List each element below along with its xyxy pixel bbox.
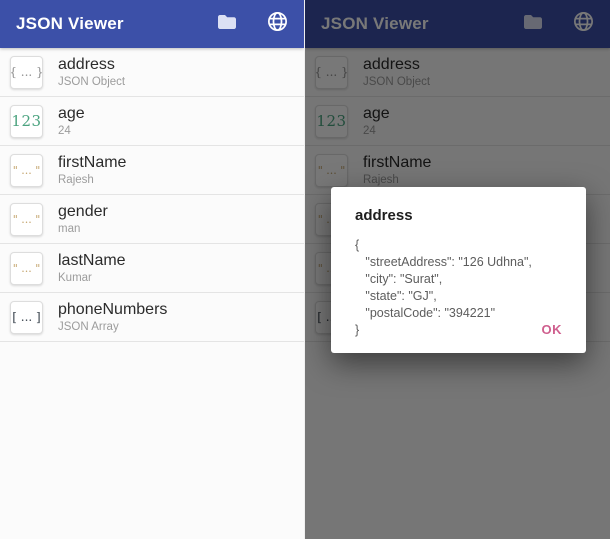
list-item-age[interactable]: 123 age 24	[0, 97, 304, 146]
ok-button[interactable]: OK	[538, 318, 567, 341]
right-screen: JSON Viewer	[305, 0, 610, 539]
json-number-icon: 123	[10, 104, 43, 138]
item-type: JSON Object	[58, 76, 126, 88]
app-title: JSON Viewer	[16, 14, 124, 33]
list-item-lastname[interactable]: " ... " lastName Kumar	[0, 244, 304, 293]
app-bar-actions	[214, 11, 290, 37]
json-key-list: { ... } address JSON Object 123 age 24 " .…	[0, 48, 304, 342]
app-bar: JSON Viewer	[0, 0, 304, 48]
item-key: lastName	[58, 252, 126, 269]
open-file-button[interactable]	[214, 11, 240, 37]
item-key: gender	[58, 203, 108, 220]
item-value: Rajesh	[58, 174, 94, 186]
list-item-gender[interactable]: " ... " gender man	[0, 195, 304, 244]
list-item-address[interactable]: { ... } address JSON Object	[0, 48, 304, 97]
item-key: address	[58, 56, 115, 73]
json-string-icon: " ... "	[10, 202, 43, 236]
folder-icon	[215, 10, 239, 39]
item-value: Kumar	[58, 272, 92, 284]
list-item-phonenumbers[interactable]: [ ... ] phoneNumbers JSON Array	[0, 293, 304, 342]
json-string-icon: " ... "	[10, 251, 43, 285]
load-url-button[interactable]	[264, 11, 290, 37]
item-key: phoneNumbers	[58, 301, 168, 318]
item-value: 24	[58, 125, 71, 137]
json-string-icon: " ... "	[10, 153, 43, 187]
list-item-firstname[interactable]: " ... " firstName Rajesh	[0, 146, 304, 195]
item-value: man	[58, 223, 81, 235]
address-value-dialog: address { "streetAddress": "126 Udhna", …	[331, 187, 586, 353]
item-key: age	[58, 105, 85, 122]
json-array-icon: [ ... ]	[10, 300, 43, 334]
left-screen: JSON Viewer {...} address JSON Object …	[0, 0, 305, 539]
item-key: firstName	[58, 154, 127, 171]
double-screenshot: JSON Viewer {...} address JSON Object …	[0, 0, 610, 539]
globe-icon	[266, 10, 289, 38]
item-type: JSON Array	[58, 321, 119, 333]
dialog-title: address	[355, 207, 413, 224]
json-object-icon: { ... }	[10, 55, 43, 89]
